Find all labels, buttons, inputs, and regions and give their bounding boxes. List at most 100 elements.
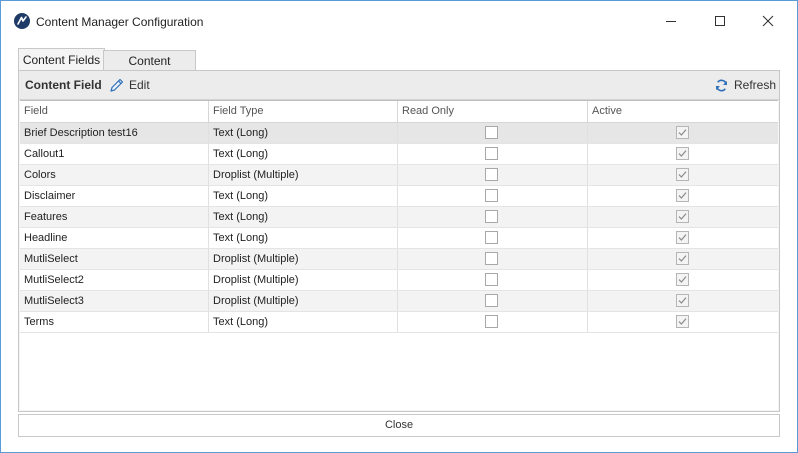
checkmark-icon [678,171,687,178]
table-row[interactable]: MutliSelect2 Droplist (Multiple) [20,270,778,291]
cell-read-only[interactable] [398,165,588,185]
tab-content-fields[interactable]: Content Fields [18,48,105,72]
cell-active[interactable] [588,123,778,143]
cell-field[interactable]: Headline [20,228,209,248]
cell-active[interactable] [588,270,778,290]
active-checkbox[interactable] [676,294,689,307]
checkmark-icon [678,318,687,325]
column-header-active[interactable]: Active [588,101,778,122]
active-checkbox[interactable] [676,210,689,223]
active-checkbox[interactable] [676,168,689,181]
maximize-button[interactable] [698,7,742,35]
active-checkbox[interactable] [676,231,689,244]
cell-field[interactable]: MutliSelect2 [20,270,209,290]
checkmark-icon [678,192,687,199]
cell-active[interactable] [588,165,778,185]
cell-field-type[interactable]: Droplist (Multiple) [209,165,398,185]
minimize-button[interactable] [649,7,693,35]
maximize-icon [715,16,725,26]
cell-field[interactable]: Brief Description test16 [20,123,209,143]
read-only-checkbox[interactable] [485,315,498,328]
cell-field-type[interactable]: Droplist (Multiple) [209,249,398,269]
cell-field-type[interactable]: Droplist (Multiple) [209,291,398,311]
tab-content-versions[interactable]: Content Versions [103,50,196,89]
table-row[interactable]: Terms Text (Long) [20,312,778,333]
table-row[interactable]: Disclaimer Text (Long) [20,186,778,207]
cell-field-type[interactable]: Text (Long) [209,123,398,143]
refresh-label: Refresh [734,78,777,92]
cell-field-type[interactable]: Text (Long) [209,207,398,227]
cell-read-only[interactable] [398,291,588,311]
cell-active[interactable] [588,312,778,332]
read-only-checkbox[interactable] [485,147,498,160]
cell-field[interactable]: Callout1 [20,144,209,164]
read-only-checkbox[interactable] [485,210,498,223]
column-header-field[interactable]: Field [20,101,209,122]
cell-read-only[interactable] [398,312,588,332]
active-checkbox[interactable] [676,147,689,160]
cell-field[interactable]: MutliSelect3 [20,291,209,311]
cell-active[interactable] [588,186,778,206]
cell-field[interactable]: Features [20,207,209,227]
cell-active[interactable] [588,249,778,269]
cell-active[interactable] [588,144,778,164]
active-checkbox[interactable] [676,315,689,328]
read-only-checkbox[interactable] [485,231,498,244]
cell-field[interactable]: Disclaimer [20,186,209,206]
column-header-read-only[interactable]: Read Only [398,101,588,122]
cell-read-only[interactable] [398,270,588,290]
close-window-button[interactable] [746,7,790,35]
checkmark-icon [678,213,687,220]
active-checkbox[interactable] [676,273,689,286]
checkmark-icon [678,129,687,136]
refresh-button[interactable]: Refresh [714,75,776,95]
grid-header: Field Field Type Read Only Active [20,101,778,123]
cell-active[interactable] [588,228,778,248]
column-header-field-type[interactable]: Field Type [209,101,398,122]
active-checkbox[interactable] [676,126,689,139]
cell-read-only[interactable] [398,249,588,269]
grid-rows: Brief Description test16 Text (Long) Callo… [20,123,778,333]
cell-field-type[interactable]: Droplist (Multiple) [209,270,398,290]
cell-read-only[interactable] [398,207,588,227]
cell-read-only[interactable] [398,123,588,143]
cell-field[interactable]: Colors [20,165,209,185]
pencil-icon [110,78,124,92]
checkmark-icon [678,234,687,241]
checkmark-icon [678,297,687,304]
cell-field-type[interactable]: Text (Long) [209,186,398,206]
read-only-checkbox[interactable] [485,273,498,286]
cell-field[interactable]: Terms [20,312,209,332]
close-button[interactable]: Close [18,414,780,437]
table-row[interactable]: Brief Description test16 Text (Long) [20,123,778,144]
cell-field[interactable]: MutliSelect [20,249,209,269]
cell-field-type[interactable]: Text (Long) [209,144,398,164]
active-checkbox[interactable] [676,252,689,265]
title-bar[interactable]: Content Manager Configuration [1,1,797,39]
read-only-checkbox[interactable] [485,126,498,139]
minimize-icon [666,21,676,22]
toolbar: Content Field Edit Refresh [19,71,779,100]
cell-read-only[interactable] [398,186,588,206]
table-row[interactable]: Colors Droplist (Multiple) [20,165,778,186]
cell-active[interactable] [588,207,778,227]
dialog-window: Content Manager Configuration Content Fi… [0,0,798,453]
read-only-checkbox[interactable] [485,294,498,307]
active-checkbox[interactable] [676,189,689,202]
app-logo-icon [14,13,30,29]
table-row[interactable]: Headline Text (Long) [20,228,778,249]
cell-active[interactable] [588,291,778,311]
table-row[interactable]: MutliSelect3 Droplist (Multiple) [20,291,778,312]
read-only-checkbox[interactable] [485,168,498,181]
cell-field-type[interactable]: Text (Long) [209,312,398,332]
table-row[interactable]: Callout1 Text (Long) [20,144,778,165]
checkmark-icon [678,276,687,283]
cell-read-only[interactable] [398,228,588,248]
edit-label: Edit [129,78,150,92]
cell-read-only[interactable] [398,144,588,164]
read-only-checkbox[interactable] [485,252,498,265]
table-row[interactable]: MutliSelect Droplist (Multiple) [20,249,778,270]
table-row[interactable]: Features Text (Long) [20,207,778,228]
cell-field-type[interactable]: Text (Long) [209,228,398,248]
read-only-checkbox[interactable] [485,189,498,202]
